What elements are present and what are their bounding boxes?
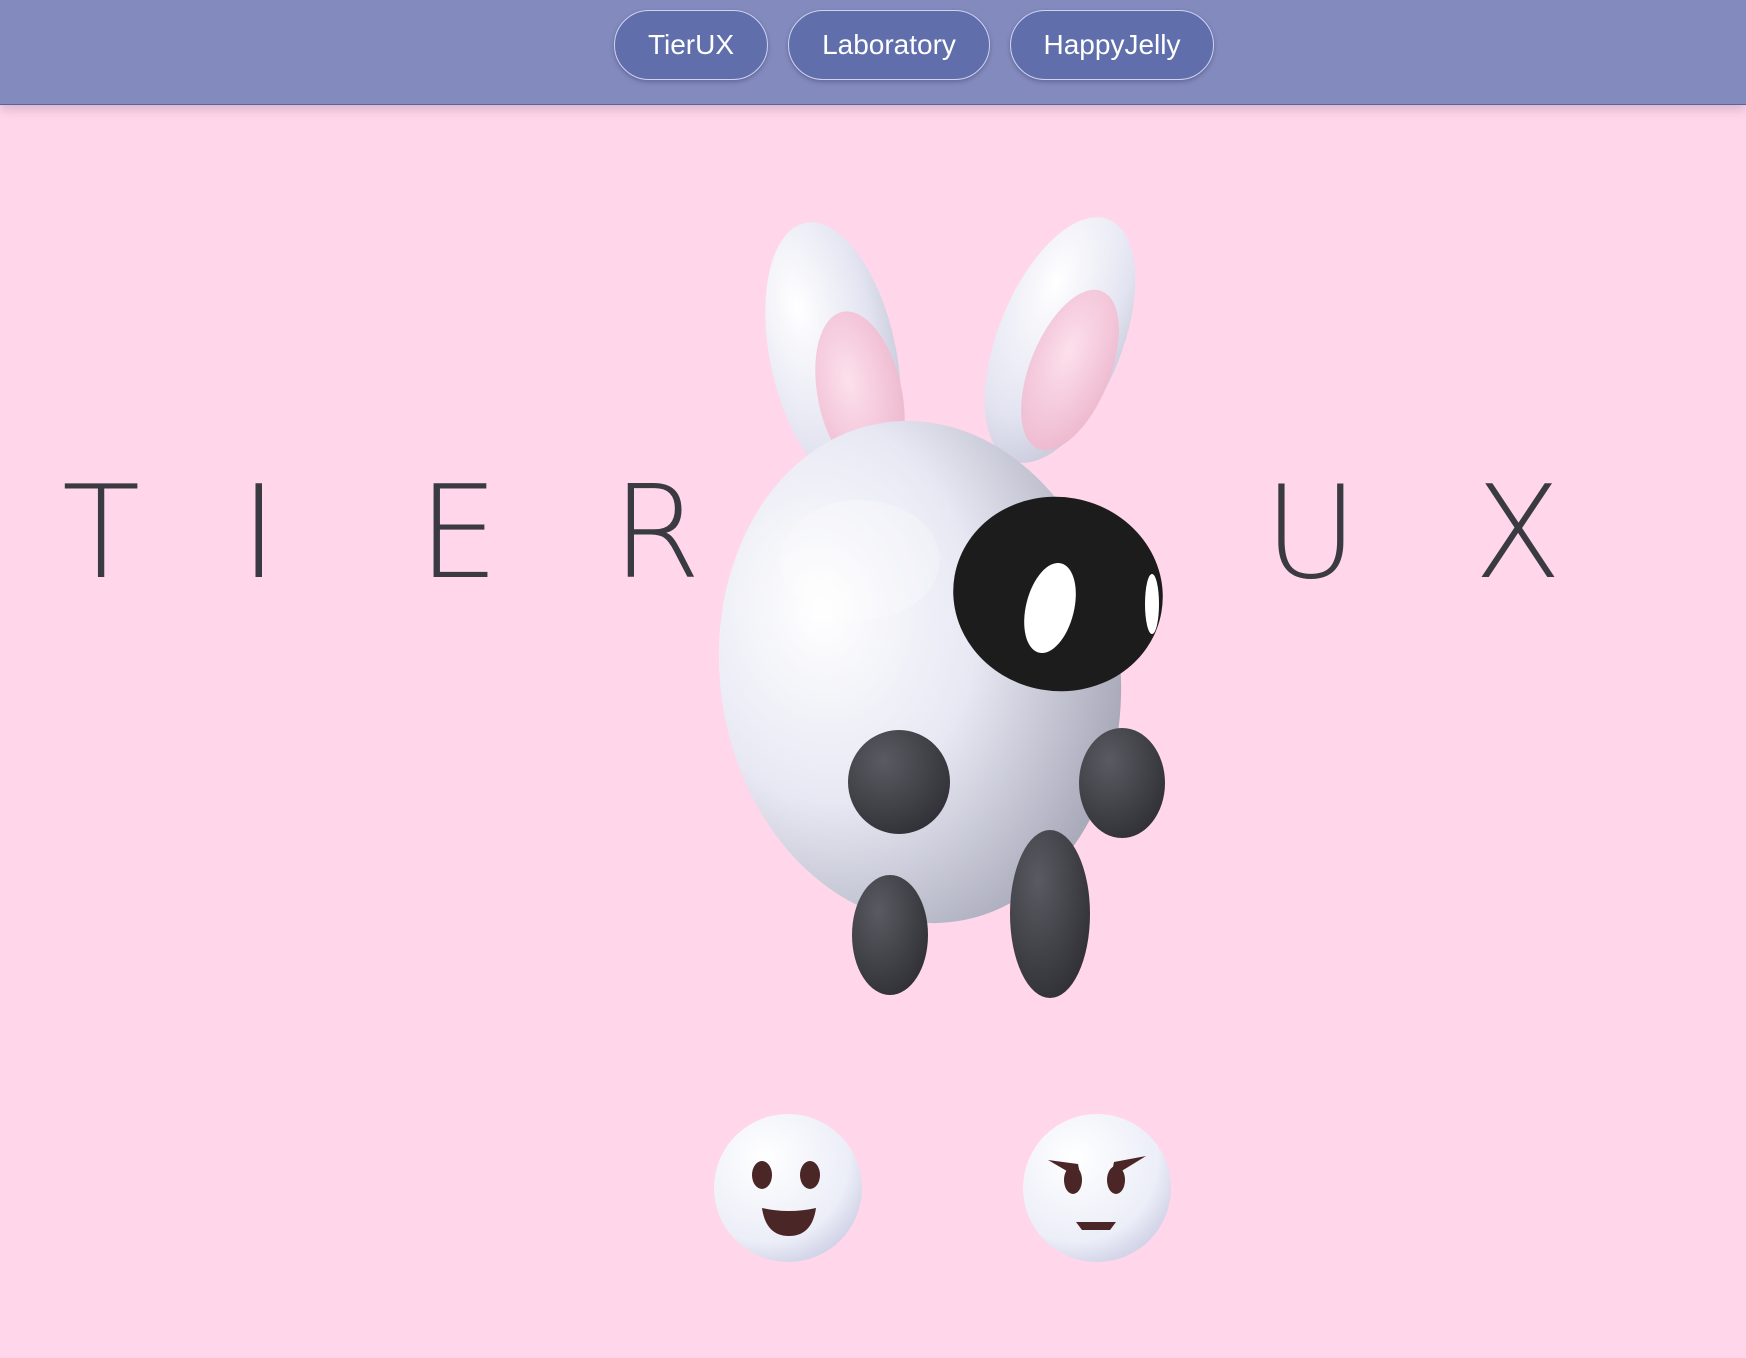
top-navigation-bar: TierUX Laboratory HappyJelly	[0, 0, 1746, 105]
nav-happyjelly-button[interactable]: HappyJelly	[1010, 10, 1214, 80]
nav-laboratory-button[interactable]: Laboratory	[788, 10, 990, 80]
scene-canvas	[687, 196, 1178, 1262]
angry-face-icon[interactable]	[1023, 1114, 1171, 1262]
happy-face-icon[interactable]	[714, 1114, 862, 1262]
nav-tierux-button[interactable]: TierUX	[614, 10, 768, 80]
bunny-mascot-icon[interactable]	[687, 196, 1178, 998]
